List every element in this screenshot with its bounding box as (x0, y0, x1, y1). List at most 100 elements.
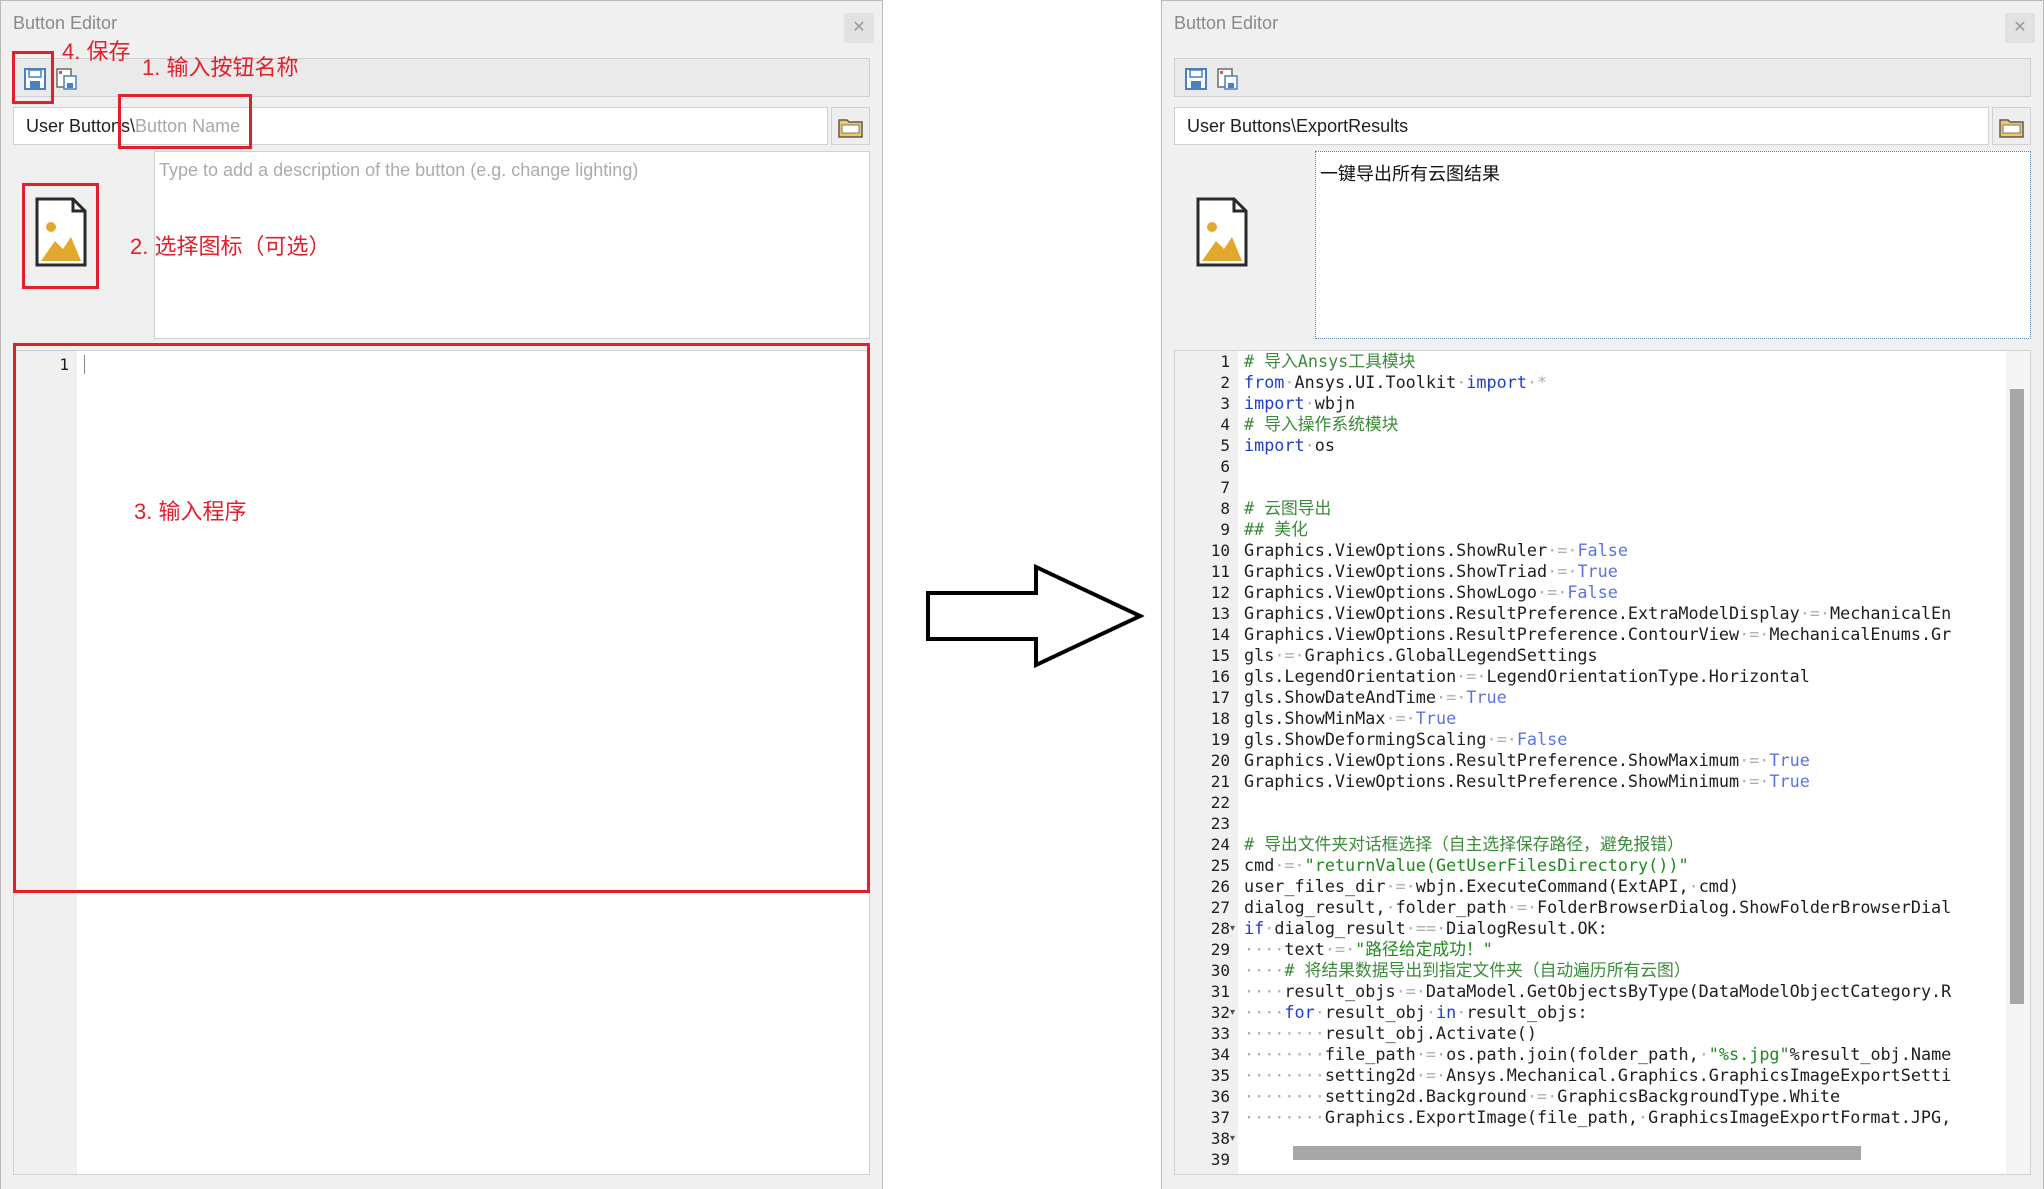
line-number: 3 (1220, 394, 1230, 413)
code-line: Graphics.ViewOptions.ResultPreference.Ex… (1244, 603, 1952, 623)
fold-toggle-icon[interactable]: ▾ (1230, 1002, 1235, 1023)
line-number: 13 (1210, 604, 1230, 623)
annotation-program: 3. 输入程序 (134, 499, 247, 524)
code-line: # 云图导出 (1244, 498, 1332, 518)
line-number: 11 (1210, 562, 1230, 581)
program-highlight-box (13, 343, 870, 893)
line-number: 26 (1210, 877, 1230, 896)
code-line: gls·=·Graphics.GlobalLegendSettings (1244, 645, 1598, 665)
code-line: Graphics.ViewOptions.ResultPreference.Sh… (1244, 750, 1810, 770)
line-number: 6 (1220, 457, 1230, 476)
browse-folder-button[interactable] (1992, 107, 2031, 145)
button-editor-dialog-filled: Button Editor ✕ User Buttons\ExportResul… (1161, 0, 2044, 1189)
line-number: 4 (1220, 415, 1230, 434)
line-number: 33 (1210, 1024, 1230, 1043)
line-number: 10 (1210, 541, 1230, 560)
line-number: 38 (1210, 1129, 1230, 1148)
code-line: # 导出文件夹对话框选择（自主选择保存路径，避免报错） (1244, 834, 1684, 854)
code-line: ········setting2d·=·Ansys.Mechanical.Gra… (1244, 1065, 1952, 1085)
line-number: 35 (1210, 1066, 1230, 1085)
toolbar (1174, 58, 2031, 97)
code-line: ····result_objs·=·DataModel.GetObjectsBy… (1244, 981, 1952, 1001)
line-number: 12 (1210, 583, 1230, 602)
close-button[interactable]: ✕ (2005, 13, 2035, 43)
line-number: 7 (1220, 478, 1230, 497)
line-number: 21 (1210, 772, 1230, 791)
code-line: ····for·result_obj·in·result_objs: (1244, 1002, 1588, 1022)
browse-folder-button[interactable] (831, 107, 870, 145)
annotation-name: 1. 输入按钮名称 (142, 55, 299, 80)
line-number: 39 (1210, 1150, 1230, 1169)
line-number: 22 (1210, 793, 1230, 812)
description-input[interactable]: 一键导出所有云图结果 (1315, 151, 2031, 339)
save-button[interactable] (1184, 67, 1208, 91)
description-placeholder: Type to add a description of the button … (159, 160, 639, 180)
code-line: if·dialog_result·==·DialogResult.OK: (1244, 918, 1608, 938)
line-number: 9 (1220, 520, 1230, 539)
code-line: ····# 将结果数据导出到指定文件夹（自动遍历所有云图） (1244, 960, 1691, 980)
code-line: import·os (1244, 435, 1335, 455)
line-number: 27 (1210, 898, 1230, 917)
close-button[interactable]: ✕ (844, 13, 874, 43)
code-line: ········setting2d.Background·=·GraphicsB… (1244, 1086, 1841, 1106)
annotation-save: 4. 保存 (62, 39, 131, 64)
line-number-gutter: 1 2 3 4 5 6 7 8 9 10 11 12 13 14 15 16 17 18 19 20 21 22 23 24 2… (1175, 351, 1238, 1174)
code-line: Graphics.ViewOptions.ShowTriad·=·True (1244, 561, 1618, 581)
line-number: 28 (1210, 919, 1230, 938)
line-number: 30 (1210, 961, 1230, 980)
fold-toggle-icon[interactable]: ▾ (1230, 1128, 1235, 1149)
dialog-title: Button Editor (1174, 13, 1279, 33)
line-number: 34 (1210, 1045, 1230, 1064)
annotation-icon: 2. 选择图标（可选） (130, 234, 331, 259)
code-editor[interactable]: 1 2 3 4 5 6 7 8 9 10 11 12 13 14 15 16 17 18 19 20 21 22 23 24 2… (1174, 350, 2031, 1175)
code-line: cmd·=·"returnValue(GetUserFilesDirectory… (1244, 855, 1689, 875)
code-line: # 导入操作系统模块 (1244, 414, 1399, 434)
code-line: Graphics.ViewOptions.ShowLogo·=·False (1244, 582, 1618, 602)
line-number: 20 (1210, 751, 1230, 770)
folder-icon (838, 119, 863, 138)
line-number: 29 (1210, 940, 1230, 959)
line-number: 23 (1210, 814, 1230, 833)
arrow-right-icon (926, 563, 1145, 669)
code-line: import·wbjn (1244, 393, 1356, 413)
code-line: gls.ShowDeformingScaling·=·False (1244, 729, 1568, 749)
line-number: 31 (1210, 982, 1230, 1001)
line-number: 2 (1220, 373, 1230, 392)
line-number: 19 (1210, 730, 1230, 749)
code-line: # 导入Ansys工具模块 (1244, 351, 1416, 371)
line-number: 8 (1220, 499, 1230, 518)
line-number: 5 (1220, 436, 1230, 455)
code-line: Graphics.ViewOptions.ResultPreference.Co… (1244, 624, 1952, 644)
code-line: ········file_path·=·os.path.join(folder_… (1244, 1044, 1952, 1064)
button-path-input[interactable]: User Buttons\ExportResults (1174, 107, 1989, 145)
folder-icon (1999, 119, 2024, 138)
vertical-scroll-thumb[interactable] (2010, 389, 2024, 1004)
icon-highlight-box (22, 183, 99, 289)
code-line: ········Graphics.ExportImage(file_path,·… (1244, 1107, 1952, 1127)
line-number: 36 (1210, 1087, 1230, 1106)
code-line: Graphics.ViewOptions.ResultPreference.Sh… (1244, 771, 1810, 791)
code-line: user_files_dir·=·wbjn.ExecuteCommand(Ext… (1244, 876, 1740, 896)
line-number: 24 (1210, 835, 1230, 854)
button-icon-picker[interactable] (1174, 151, 1314, 339)
line-number: 17 (1210, 688, 1230, 707)
save-close-icon (1217, 68, 1238, 90)
line-number: 32 (1210, 1003, 1230, 1022)
code-line: gls.ShowMinMax·=·True (1244, 708, 1457, 728)
save-and-close-button[interactable] (1215, 67, 1239, 91)
image-icon (1196, 197, 1248, 267)
line-number: 14 (1210, 625, 1230, 644)
dialog-title: Button Editor (13, 13, 118, 33)
save-and-close-button[interactable] (54, 67, 78, 91)
fold-toggle-icon[interactable]: ▾ (1230, 918, 1235, 939)
line-number: 25 (1210, 856, 1230, 875)
line-number: 18 (1210, 709, 1230, 728)
horizontal-scroll-thumb[interactable] (1293, 1146, 1861, 1160)
vertical-scrollbar[interactable] (2006, 351, 2030, 1174)
line-number: 15 (1210, 646, 1230, 665)
code-line: dialog_result,·folder_path·=·FolderBrows… (1244, 897, 1952, 917)
line-number: 16 (1210, 667, 1230, 686)
name-highlight-box (118, 94, 252, 149)
code-line: ## 美化 (1244, 519, 1308, 539)
code-line: ····text·=·"路径给定成功！" (1244, 939, 1493, 959)
